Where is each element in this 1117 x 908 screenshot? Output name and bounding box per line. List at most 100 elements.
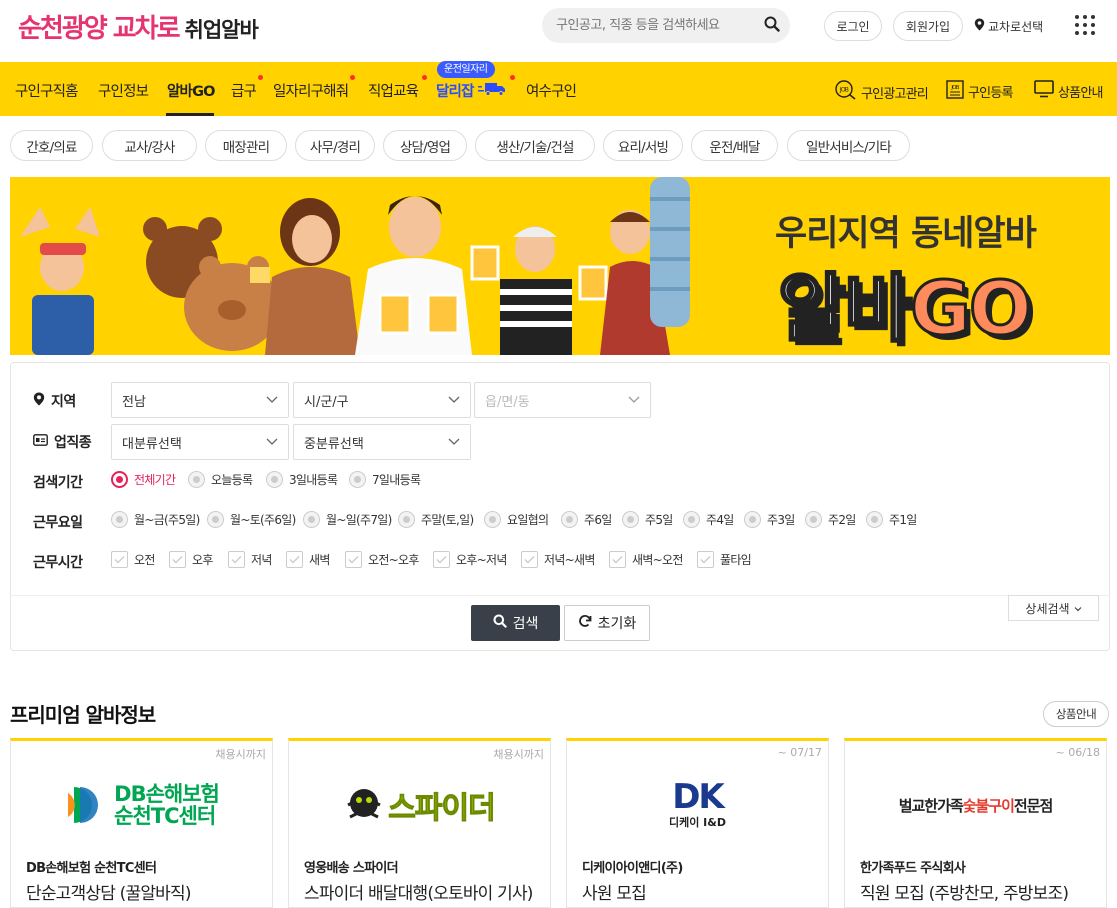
worktime-checkbox-label: 저녁 bbox=[251, 553, 272, 567]
detail-search-button[interactable]: 상세검색 bbox=[1008, 595, 1099, 621]
workdays-radio[interactable]: 주5일 bbox=[622, 511, 673, 528]
card-company: 디케이아이앤디(주) bbox=[582, 861, 683, 876]
workdays-radio-label: 요일협의 bbox=[507, 513, 549, 527]
category-chip[interactable]: 요리/서빙 bbox=[603, 130, 683, 161]
logo-text: DK bbox=[672, 780, 725, 814]
nav-item-dallijob[interactable]: 달리잡 bbox=[436, 80, 506, 101]
period-radio[interactable]: 오늘등록 bbox=[188, 471, 253, 488]
site-logo[interactable]: 순천광양 교차로 취업알바 bbox=[18, 8, 259, 45]
nav-item-job-info[interactable]: 구인정보 bbox=[98, 80, 149, 101]
worktime-checkbox-label: 새벽~오전 bbox=[632, 553, 683, 567]
card-company: DB손해보험 순천TC센터 bbox=[26, 861, 157, 876]
radio-icon bbox=[207, 511, 224, 528]
login-button[interactable]: 로그인 bbox=[824, 11, 882, 41]
category-chip[interactable]: 교사/강사 bbox=[102, 130, 197, 161]
worktime-checkbox[interactable]: 오후 bbox=[169, 551, 213, 568]
worktime-checkbox[interactable]: 풀타임 bbox=[697, 551, 752, 568]
nav-item-yeosu-jobs[interactable]: 여수구인 bbox=[526, 80, 577, 101]
nav-job-register[interactable]: JOB 구인등록 bbox=[946, 80, 1013, 103]
nav-item-find-me-job[interactable]: 일자리구해줘 bbox=[273, 80, 349, 101]
period-label: 검색기간 bbox=[33, 475, 83, 491]
worktime-checkbox[interactable]: 새벽 bbox=[286, 551, 330, 568]
category-chip[interactable]: 간호/의료 bbox=[10, 130, 93, 161]
company-logo: 스파이더 bbox=[289, 775, 550, 835]
radio-icon bbox=[349, 471, 366, 488]
period-radio[interactable]: 7일내등록 bbox=[349, 471, 421, 488]
worktime-checkbox[interactable]: 오전 bbox=[111, 551, 155, 568]
checkbox-icon bbox=[609, 551, 626, 568]
province-select[interactable]: 전남 bbox=[111, 382, 289, 418]
workdays-radio[interactable]: 월~금(주5일) bbox=[111, 511, 200, 528]
card-title: 단순고객상담 (꿀알바직) bbox=[26, 884, 191, 904]
albago-banner[interactable]: 우리지역 동네알바 알바GO bbox=[10, 177, 1110, 355]
nav-item-home[interactable]: 구인구직홈 bbox=[15, 80, 78, 101]
card-period: ~ 06/18 bbox=[1055, 746, 1100, 759]
reset-button[interactable]: 초기화 bbox=[564, 605, 650, 641]
job-major-select-value: 대분류선택 bbox=[122, 436, 182, 452]
worktime-checkbox[interactable]: 저녁 bbox=[228, 551, 272, 568]
workdays-radio[interactable]: 주6일 bbox=[561, 511, 612, 528]
location-pin-icon bbox=[33, 392, 45, 410]
premium-card[interactable]: ~ 06/18 벌교한가족숯불구이전문점 한가족푸드 주식회사 직원 모집 (주… bbox=[844, 738, 1107, 908]
job-minor-select[interactable]: 중분류선택 bbox=[293, 424, 471, 460]
nav-item-albago[interactable]: 알바GO bbox=[167, 80, 216, 101]
category-chip[interactable]: 사무/경리 bbox=[295, 130, 375, 161]
workdays-radio[interactable]: 주2일 bbox=[805, 511, 856, 528]
town-select[interactable]: 읍/면/동 bbox=[474, 382, 651, 418]
premium-guide-button[interactable]: 상품안내 bbox=[1043, 701, 1109, 727]
radio-icon bbox=[805, 511, 822, 528]
city-select[interactable]: 시/군/구 bbox=[293, 382, 471, 418]
logo-sub: 취업알바 bbox=[184, 18, 259, 42]
worktime-checkbox-label: 오후~저녁 bbox=[456, 553, 507, 567]
nav-item-dallijob-label: 달리잡 bbox=[436, 84, 474, 100]
banner-logo-go: GO bbox=[909, 265, 1034, 354]
worktime-checkbox-label: 오후 bbox=[192, 553, 213, 567]
radio-icon bbox=[398, 511, 415, 528]
region-select-label: 교차로선택 bbox=[988, 19, 1044, 34]
search-icon[interactable] bbox=[764, 16, 780, 36]
search-button[interactable]: 검색 bbox=[471, 605, 560, 641]
workdays-radio[interactable]: 월~토(주6일) bbox=[207, 511, 296, 528]
worktime-checkbox[interactable]: 오후~저녁 bbox=[433, 551, 507, 568]
nav-job-ad-manage-label: 구인광고관리 bbox=[861, 86, 929, 102]
all-menu-icon[interactable] bbox=[1075, 15, 1095, 35]
workdays-radio-label: 월~일(주7일) bbox=[326, 513, 392, 527]
signup-button[interactable]: 회원가입 bbox=[893, 11, 963, 41]
workdays-radio[interactable]: 주3일 bbox=[744, 511, 795, 528]
worktime-checkbox[interactable]: 오전~오후 bbox=[345, 551, 419, 568]
workdays-radio[interactable]: 요일협의 bbox=[484, 511, 549, 528]
region-select-button[interactable]: 교차로선택 bbox=[974, 11, 1054, 41]
region-label: 지역 bbox=[33, 391, 76, 411]
workdays-radio[interactable]: 주4일 bbox=[683, 511, 734, 528]
nav-item-vocational-training[interactable]: 직업교육 bbox=[368, 80, 419, 101]
worktime-checkbox[interactable]: 새벽~오전 bbox=[609, 551, 683, 568]
nav-job-ad-manage[interactable]: JOB 구인광고관리 bbox=[835, 80, 929, 104]
checkbox-icon bbox=[111, 551, 128, 568]
category-chip[interactable]: 생산/기술/건설 bbox=[475, 130, 595, 161]
period-radio[interactable]: 전체기간 bbox=[111, 471, 176, 488]
workdays-radio[interactable]: 주1일 bbox=[866, 511, 917, 528]
logo-line-2: 순천TC센터 bbox=[114, 804, 216, 828]
period-radio-label: 7일내등록 bbox=[372, 473, 421, 487]
search-input[interactable] bbox=[556, 18, 756, 33]
period-radio[interactable]: 3일내등록 bbox=[266, 471, 338, 488]
monitor-icon bbox=[1034, 80, 1054, 102]
nav-product-guide[interactable]: 상품안내 bbox=[1034, 80, 1103, 102]
premium-card[interactable]: 채용시까지 스파이더 영웅배송 스파이더 스파이더 배달대행(오토바이 기사) bbox=[288, 738, 551, 908]
job-major-select[interactable]: 대분류선택 bbox=[111, 424, 289, 460]
category-chip[interactable]: 일반서비스/기타 bbox=[787, 130, 910, 161]
workdays-radio[interactable]: 주말(토,일) bbox=[398, 511, 474, 528]
workdays-radio-label: 주1일 bbox=[889, 513, 917, 527]
nav-item-urgent[interactable]: 급구 bbox=[231, 80, 257, 101]
category-chip[interactable]: 운전/배달 bbox=[691, 130, 778, 161]
chevron-down-icon bbox=[448, 393, 460, 409]
checkbox-icon bbox=[697, 551, 714, 568]
category-chip[interactable]: 매장관리 bbox=[205, 130, 287, 161]
workdays-radio[interactable]: 월~일(주7일) bbox=[303, 511, 392, 528]
new-dot bbox=[258, 75, 263, 80]
worktime-checkbox[interactable]: 저녁~새벽 bbox=[521, 551, 595, 568]
category-chip[interactable]: 상담/영업 bbox=[383, 130, 467, 161]
workdays-radio-label: 월~금(주5일) bbox=[134, 513, 200, 527]
premium-card[interactable]: ~ 07/17 DK 디케이 I&D 디케이아이앤디(주) 사원 모집 bbox=[566, 738, 829, 908]
premium-card[interactable]: 채용시까지 DB손해보험 순천TC센터 DB손해보험 순천TC센터 단순고객상담… bbox=[10, 738, 273, 908]
